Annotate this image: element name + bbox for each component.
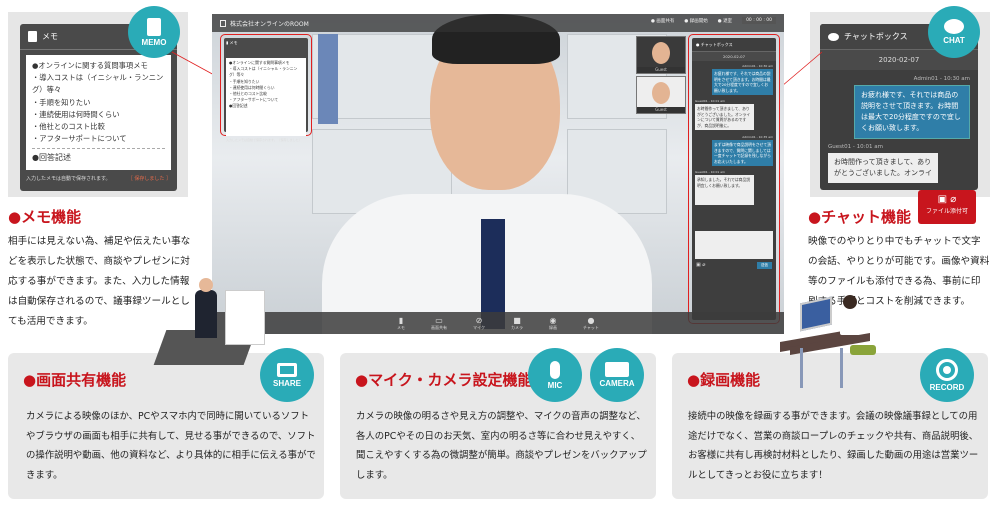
mini-memo-header: ▮ メモ [226,40,238,45]
chat-icon: ● [587,315,595,325]
record-icon: ◉ [549,315,557,325]
toolbar-camera-button[interactable]: ■ カメラ [511,316,523,331]
memo-badge-label: MEMO [141,37,167,47]
file-attach-badge: ▣ ⌀ ファイル添付可 [918,190,976,224]
memo-line: ・他社とのコスト比較 [32,122,105,132]
mic-camera-feature-text: カメラの映像の明るさや見え方の調整や、マイクの音声の調整など、各人のPCやその日… [356,411,647,481]
participant-face [652,82,670,104]
record-badge: RECORD [920,348,974,402]
share-badge: SHARE [260,348,314,402]
memo-line: ●オンラインに関する質問事項メモ [32,61,148,70]
saved-status: ［ 保存しました ］ [127,176,171,182]
memo-line: ・手順を知りたい [32,97,91,107]
mini-message-meta: Guest01 - 10:01 am [695,170,725,174]
chat-bubble-icon [828,32,839,41]
mic-camera-feature-title: ●マイク・カメラ設定機能 [355,371,533,389]
toolbar-mic-button[interactable]: ⊘ マイク [473,316,485,331]
mini-memo-panel: ▮ メモ ●オンラインに関する質問事項メモ ・導入コストは（イニシャル・ランニン… [220,34,312,142]
mini-memo-footer: 入力したメモは自動で保存されます。 ［保存しました］ [226,138,302,142]
mini-memo-line: ●回答記述 [229,103,248,109]
clipboard-icon [147,17,161,36]
screen-share-icon: ▭ [435,315,443,325]
memo-icon: ▮ [398,315,404,325]
memo-line: ・導入コストは（イニシャル・ランニング）等々 [32,73,164,95]
toolbar-chat-button[interactable]: ● チャット [583,316,599,331]
video-camera-icon [605,362,629,377]
message-meta: Guest01 - 10:01 am [828,144,883,150]
participant-face [652,42,670,64]
chat-title: チャットボックス [844,32,908,41]
memo-footer: 入力したメモは自動で保存されます。 ［ 保存しました ］ [20,170,177,187]
mini-chat-panel: ● チャットボックス 2020-02-07 Admin01 - 10:30 am… [688,34,780,324]
chat-badge-label: CHAT [943,36,965,45]
presenter-laptop-illustration [150,278,265,370]
share-badge-label: SHARE [272,378,301,388]
clipboard-icon [28,31,37,42]
memo-feature-title: ●メモ機能 [8,208,82,226]
memo-answer-heading: ●回答記述 [32,153,71,163]
send-button[interactable]: 送信 [757,262,772,269]
mini-message-meta: Admin01 - 10:30 am [742,64,773,68]
autosave-note: 入力したメモは自動で保存されます。 [26,176,111,182]
mic-badge: MIC [528,348,582,402]
memo-line: ・アフターサポートについて [32,134,127,144]
divider [32,148,165,150]
participant-label: Guest [637,67,685,73]
share-screen-control[interactable]: ● 画面共有 [651,18,674,24]
toolbar-record-button[interactable]: ◉ 録画 [549,316,557,331]
chat-bubble-icon [944,19,964,34]
chat-feature-title: ●チャット機能 [808,208,911,226]
share-feature-text: カメラによる映像のほか、PCやスマホ内で同時に開いているソフトやブラウザの画面も… [26,411,316,481]
microphone-icon [550,360,560,379]
mini-chat-message-guest: お時間作って頂きまして、ありがとうございました。オンラインについて質問があるので… [695,104,754,130]
record-icon [936,358,958,381]
participant-thumbnail[interactable]: Guest [636,36,686,74]
file-attach-label: ファイル添付可 [925,208,968,215]
video-toolbar: ▮ メモ ▭ 画面共有 ⊘ マイク ■ カメラ ◉ 録画 ● チャット [212,312,784,334]
monitor-icon [277,362,297,377]
memo-line: ・連続使用は何時間くらい [32,109,120,119]
chat-badge: CHAT [928,6,980,58]
room-title: 株式会社オンラインのROOM [230,20,309,28]
mini-memo-textarea[interactable]: ●オンラインに関する質問事項メモ ・導入コストは（イニシャル・ランニング）等々 … [226,58,306,136]
call-timer: 00 : 00 : 00 [742,17,776,24]
chat-message-admin: お疲れ様です、それでは商品の説明をさせて頂きます。お時間は最大で20分程度ですの… [854,85,970,139]
memo-title: メモ [42,32,58,41]
mic-badge-label: MIC [547,380,563,390]
video-top-bar: 株式会社オンラインのROOM ● 画面共有 ● 録画開始 ● 退室 00 : 0… [212,14,784,32]
record-badge-label: RECORD [929,382,965,392]
mini-message-meta: Guest01 - 10:01 am [695,99,725,103]
mini-chat-message-admin: お疲れ様です、それでは商品の説明をさせて頂きます。お時間は最大で20分程度ですの… [712,69,773,95]
leave-control[interactable]: ● 退室 [718,18,732,24]
toolbar-memo-button[interactable]: ▮ メモ [397,316,405,331]
participant-thumbnail[interactable]: Guest [636,76,686,114]
mic-off-icon: ⊘ [475,315,483,325]
participant-label: Guest [637,107,685,113]
mini-chat-date: 2020-02-07 [692,52,776,61]
camera-badge: CAMERA [590,348,644,402]
mini-chat-message-guest: 承知しました。それでは商品説明宜しくお願い致します。 [695,175,754,205]
record-feature-text: 接続中の映像を録画する事ができます。会議の映像議事録としての用途だけでなく、営業… [688,411,979,481]
share-feature-title: ●画面共有機能 [23,371,127,389]
chat-connector-line [781,51,823,87]
camera-badge-label: CAMERA [599,379,635,388]
mini-memo-line: ・導入コストは（イニシャル・ランニング）等々 [229,66,298,78]
attach-icon[interactable]: ▣ ⌀ [696,262,705,269]
record-feature-title: ●録画機能 [687,371,761,389]
binder [318,34,338,124]
desk-illustration [790,332,880,390]
mini-chat-header: ● チャットボックス [692,38,776,52]
message-meta: Admin01 - 10:30 am [913,76,970,82]
camera-icon: ■ [513,315,521,325]
toolbar-share-button[interactable]: ▭ 画面共有 [431,316,447,331]
chat-message-guest: お時間作って頂きまして、ありがとうございました。オンライ [828,153,938,183]
mini-message-meta: Admin01 - 10:35 am [742,135,773,139]
image-attachment-icon: ▣ ⌀ [937,194,957,205]
memo-textarea[interactable]: ●オンラインに関する質問事項メモ ・導入コストは（イニシャル・ランニング）等々 … [26,55,171,170]
record-control[interactable]: ● 録画開始 [684,18,707,24]
room-icon [220,19,226,27]
mini-chat-input[interactable] [695,231,773,259]
video-call-window: 株式会社オンラインのROOM ● 画面共有 ● 録画開始 ● 退室 00 : 0… [212,14,784,334]
mini-chat-message-admin: まずは映像で商品説明をさせて頂きますので、質問に関しましては一度チャットで記録を… [712,140,773,166]
